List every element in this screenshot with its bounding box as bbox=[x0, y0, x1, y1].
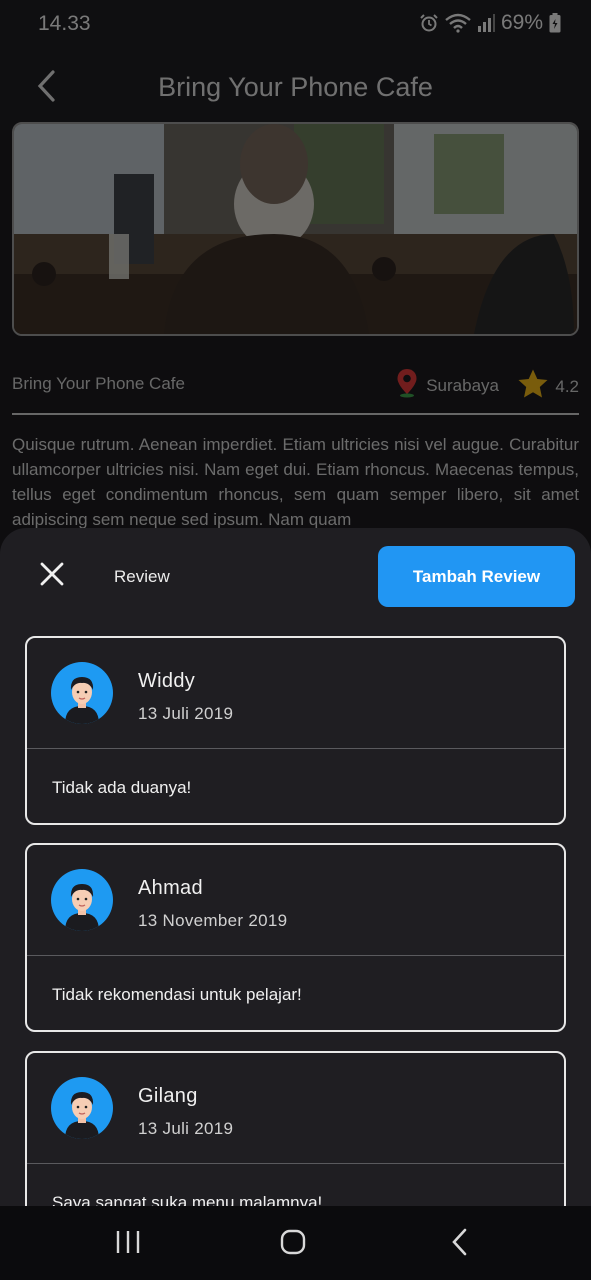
avatar bbox=[51, 1077, 113, 1139]
reviewer-name: Widdy bbox=[138, 670, 196, 692]
review-card: Gilang 13 Juli 2019 Saya sangat suka men… bbox=[25, 1051, 566, 1206]
recents-button[interactable] bbox=[110, 1226, 146, 1262]
review-card: Ahmad 13 November 2019 Tidak rekomendasi… bbox=[25, 843, 566, 1032]
review-text: Saya sangat suka menu malamnya! bbox=[52, 1193, 323, 1206]
back-nav-button[interactable] bbox=[441, 1226, 477, 1262]
reviewer-name: Gilang bbox=[138, 1085, 198, 1107]
recents-icon bbox=[115, 1230, 141, 1259]
system-nav-bar bbox=[0, 1206, 591, 1280]
review-date: 13 November 2019 bbox=[138, 911, 288, 930]
review-bottom-sheet: Review Tambah Review Widdy 13 Juli 2019 … bbox=[0, 528, 591, 1206]
review-card-header: Ahmad 13 November 2019 bbox=[27, 845, 564, 956]
avatar bbox=[51, 869, 113, 931]
avatar bbox=[51, 662, 113, 724]
review-date: 13 Juli 2019 bbox=[138, 1119, 234, 1138]
close-button[interactable] bbox=[30, 554, 74, 598]
review-text: Tidak rekomendasi untuk pelajar! bbox=[52, 985, 302, 1004]
reviewer-name: Ahmad bbox=[138, 877, 203, 899]
review-date: 13 Juli 2019 bbox=[138, 704, 234, 723]
review-card-header: Widdy 13 Juli 2019 bbox=[27, 638, 564, 749]
back-nav-icon bbox=[450, 1228, 468, 1261]
review-card-header: Gilang 13 Juli 2019 bbox=[27, 1053, 564, 1164]
close-icon bbox=[40, 562, 64, 591]
review-text: Tidak ada duanya! bbox=[52, 778, 192, 797]
sheet-title: Review bbox=[114, 567, 170, 586]
home-icon bbox=[280, 1229, 306, 1260]
add-review-button[interactable]: Tambah Review bbox=[378, 546, 575, 607]
home-button[interactable] bbox=[275, 1226, 311, 1262]
review-card: Widdy 13 Juli 2019 Tidak ada duanya! bbox=[25, 636, 566, 825]
